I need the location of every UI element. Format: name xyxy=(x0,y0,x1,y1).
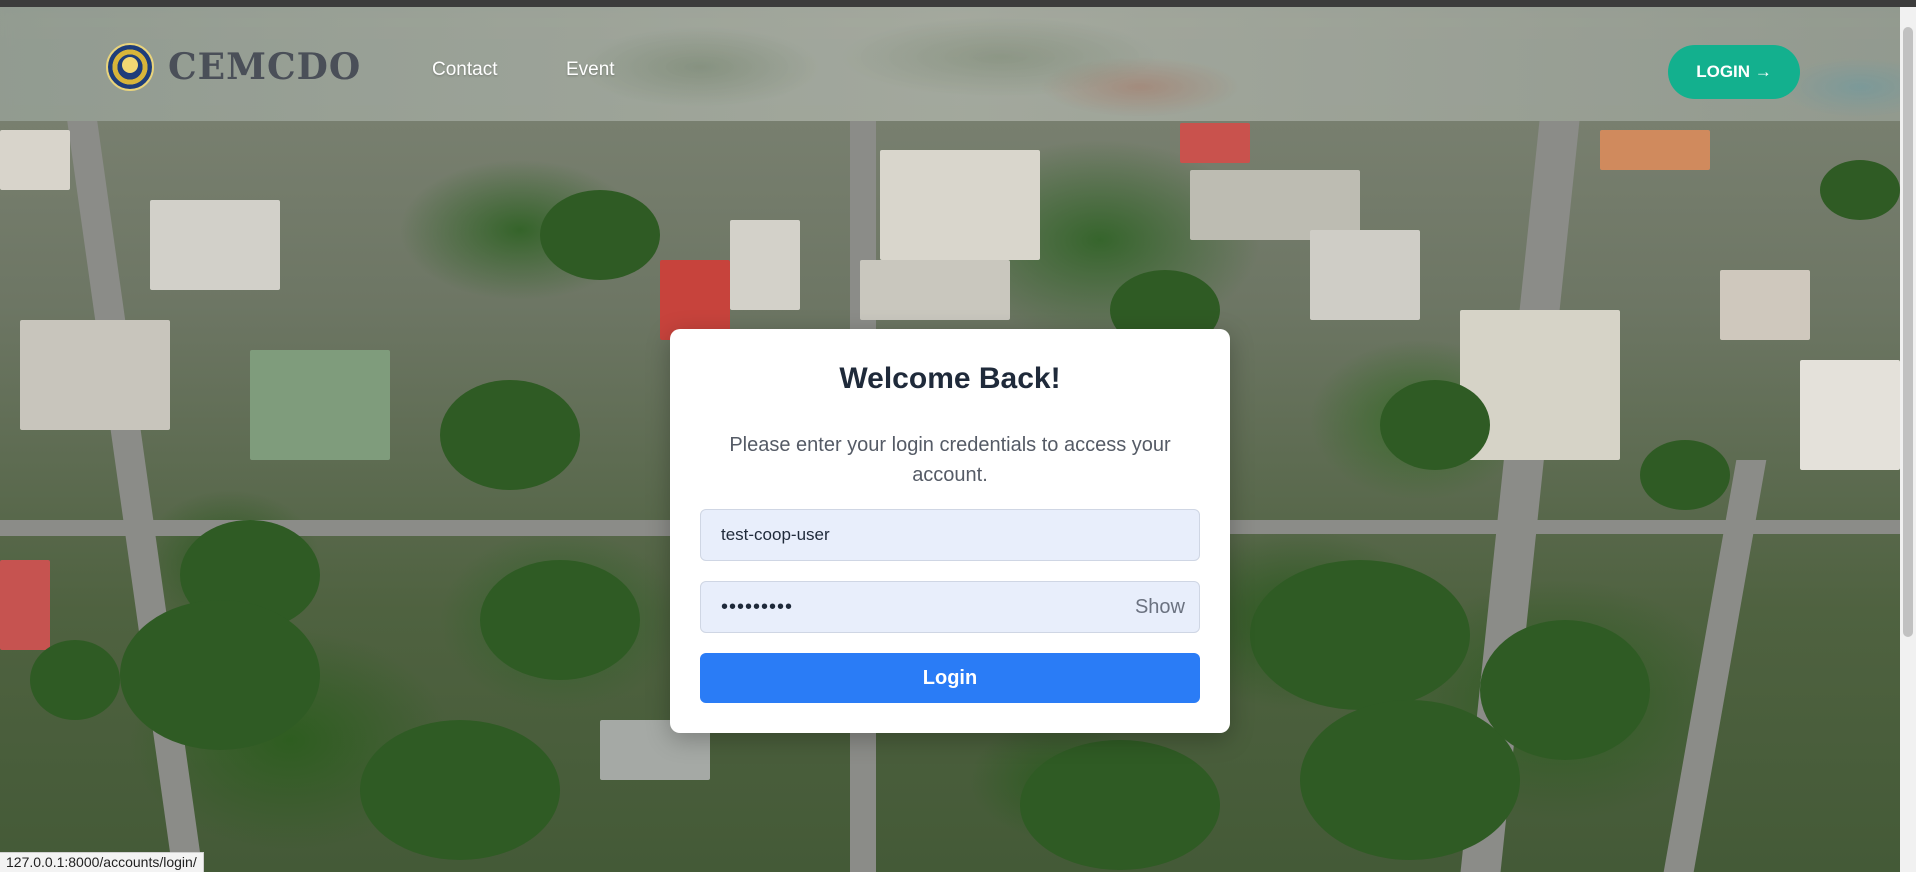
password-input[interactable] xyxy=(701,582,1199,632)
browser-top-strip xyxy=(0,0,1916,7)
nav-login-button[interactable]: LOGIN → xyxy=(1668,45,1800,99)
seal-logo-icon xyxy=(106,43,154,91)
username-field[interactable] xyxy=(700,509,1200,561)
login-subtitle: Please enter your login credentials to a… xyxy=(729,434,1171,486)
login-card: Welcome Back! Please enter your login cr… xyxy=(670,329,1230,733)
brand[interactable]: CEMCDO xyxy=(106,43,361,91)
site-navbar: CEMCDO Contact Event LOGIN → xyxy=(0,7,1916,121)
scrollbar-thumb[interactable] xyxy=(1903,27,1913,637)
nav-link-event[interactable]: Event xyxy=(566,59,615,81)
nav-link-contact[interactable]: Contact xyxy=(432,59,497,81)
login-submit-button[interactable]: Login xyxy=(700,653,1200,703)
show-password-toggle[interactable]: Show xyxy=(1135,596,1185,619)
password-field[interactable]: Show xyxy=(700,581,1200,633)
username-input[interactable] xyxy=(701,510,1199,560)
login-title: Welcome Back! xyxy=(839,362,1061,395)
brand-name: CEMCDO xyxy=(168,46,362,88)
page-scrollbar[interactable] xyxy=(1900,7,1916,872)
browser-status-url: 127.0.0.1:8000/accounts/login/ xyxy=(0,852,204,872)
